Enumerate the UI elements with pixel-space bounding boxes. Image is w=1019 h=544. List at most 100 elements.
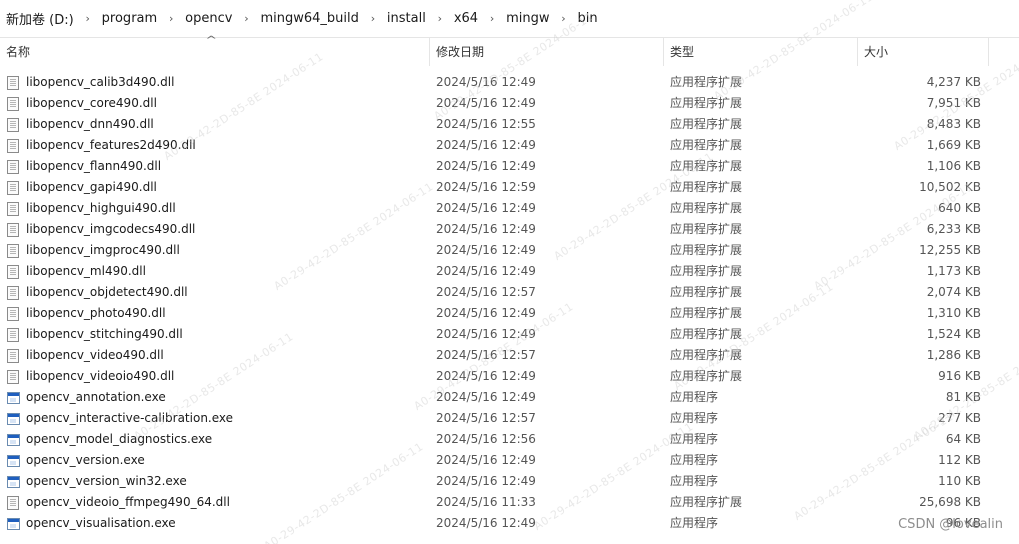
file-size: 1,669 KB: [926, 138, 981, 152]
file-row[interactable]: opencv_version_win32.exe 2024/5/16 12:49 应…: [0, 471, 1019, 492]
file-date: 2024/5/16 12:49: [436, 96, 536, 110]
file-date: 2024/5/16 12:49: [436, 516, 536, 530]
exe-file-icon: [7, 392, 20, 404]
file-type: 应用程序: [670, 453, 719, 467]
dll-file-icon: [7, 328, 19, 342]
column-name-header[interactable]: 名称: [0, 38, 30, 66]
file-date: 2024/5/16 12:49: [436, 201, 536, 215]
file-date: 2024/5/16 12:49: [436, 453, 536, 467]
file-date: 2024/5/16 12:49: [436, 306, 536, 320]
breadcrumb-item[interactable]: bin: [577, 11, 597, 26]
file-row[interactable]: libopencv_features2d490.dll 2024/5/16 12:…: [0, 135, 1019, 156]
file-row[interactable]: opencv_videoio_ffmpeg490_64.dll 2024/5/16…: [0, 492, 1019, 513]
file-row[interactable]: libopencv_photo490.dll 2024/5/16 12:49 应用程…: [0, 303, 1019, 324]
file-name: libopencv_features2d490.dll: [26, 138, 196, 152]
file-name: opencv_model_diagnostics.exe: [26, 432, 213, 446]
file-type: 应用程序扩展: [670, 348, 743, 362]
file-date: 2024/5/16 12:49: [436, 474, 536, 488]
dll-file-icon: [7, 244, 19, 258]
file-date: 2024/5/16 12:59: [436, 180, 536, 194]
chevron-right-icon[interactable]: ›: [549, 12, 577, 25]
file-date: 2024/5/16 12:49: [436, 75, 536, 89]
file-type: 应用程序: [670, 432, 719, 446]
file-row[interactable]: libopencv_core490.dll 2024/5/16 12:49 应用程序…: [0, 93, 1019, 114]
dll-file-icon: [7, 118, 19, 132]
file-date: 2024/5/16 12:57: [436, 411, 536, 425]
file-row[interactable]: libopencv_imgcodecs490.dll 2024/5/16 12:4…: [0, 219, 1019, 240]
chevron-right-icon[interactable]: ›: [478, 12, 506, 25]
file-date: 2024/5/16 12:49: [436, 138, 536, 152]
file-type: 应用程序: [670, 516, 719, 530]
dll-file-icon: [7, 223, 19, 237]
file-name: libopencv_photo490.dll: [26, 306, 166, 320]
column-resize-handle[interactable]: [988, 38, 989, 66]
file-date: 2024/5/16 12:57: [436, 348, 536, 362]
dll-file-icon: [7, 307, 19, 321]
chevron-right-icon[interactable]: ›: [232, 12, 260, 25]
file-row[interactable]: opencv_annotation.exe 2024/5/16 12:49 应用程序…: [0, 387, 1019, 408]
breadcrumb-item[interactable]: opencv: [185, 11, 232, 26]
file-type: 应用程序扩展: [670, 243, 743, 257]
file-name: opencv_interactive-calibration.exe: [26, 411, 234, 425]
breadcrumb: 新加卷 (D:) › program › opencv › mingw64_build › in…: [0, 0, 1019, 38]
file-row[interactable]: libopencv_gapi490.dll 2024/5/16 12:59 应用程序…: [0, 177, 1019, 198]
exe-file-icon: [7, 434, 20, 446]
file-size: 112 KB: [938, 453, 981, 467]
file-type: 应用程序: [670, 474, 719, 488]
chevron-right-icon[interactable]: ›: [426, 12, 454, 25]
file-row[interactable]: libopencv_highgui490.dll 2024/5/16 12:49 应…: [0, 198, 1019, 219]
file-size: 1,173 KB: [926, 264, 981, 278]
breadcrumb-item[interactable]: mingw64_build: [260, 11, 358, 26]
file-row[interactable]: libopencv_imgproc490.dll 2024/5/16 12:49 应…: [0, 240, 1019, 261]
file-date: 2024/5/16 11:33: [436, 495, 536, 509]
file-row[interactable]: opencv_version.exe 2024/5/16 12:49 应用程序 112…: [0, 450, 1019, 471]
dll-file-icon: [7, 349, 19, 363]
file-type: 应用程序扩展: [670, 222, 743, 236]
column-type-header[interactable]: 类型: [664, 38, 694, 66]
chevron-right-icon[interactable]: ›: [359, 12, 387, 25]
exe-file-icon: [7, 476, 20, 488]
file-type: 应用程序: [670, 411, 719, 425]
breadcrumb-item[interactable]: install: [387, 11, 426, 26]
file-type: 应用程序扩展: [670, 369, 743, 383]
file-row[interactable]: opencv_model_diagnostics.exe 2024/5/16 12…: [0, 429, 1019, 450]
file-name: libopencv_core490.dll: [26, 96, 157, 110]
file-date: 2024/5/16 12:49: [436, 264, 536, 278]
column-date-header[interactable]: 修改日期: [430, 38, 484, 66]
dll-file-icon: [7, 139, 19, 153]
file-row[interactable]: libopencv_flann490.dll 2024/5/16 12:49 应用程…: [0, 156, 1019, 177]
file-name: opencv_version_win32.exe: [26, 474, 187, 488]
file-name: libopencv_videoio490.dll: [26, 369, 175, 383]
file-row[interactable]: libopencv_stitching490.dll 2024/5/16 12:4…: [0, 324, 1019, 345]
chevron-right-icon[interactable]: ›: [74, 12, 102, 25]
breadcrumb-item[interactable]: mingw: [506, 11, 549, 26]
file-size: 1,286 KB: [926, 348, 981, 362]
file-type: 应用程序扩展: [670, 180, 743, 194]
file-name: libopencv_imgcodecs490.dll: [26, 222, 196, 236]
file-name: libopencv_video490.dll: [26, 348, 164, 362]
file-type: 应用程序扩展: [670, 117, 743, 131]
file-row[interactable]: libopencv_videoio490.dll 2024/5/16 12:49 应…: [0, 366, 1019, 387]
file-row[interactable]: libopencv_objdetect490.dll 2024/5/16 12:5…: [0, 282, 1019, 303]
file-date: 2024/5/16 12:56: [436, 432, 536, 446]
csdn-credit: CSDN @lovealin: [898, 517, 1003, 532]
file-size: 25,698 KB: [919, 495, 981, 509]
file-type: 应用程序: [670, 390, 719, 404]
file-row[interactable]: opencv_visualisation.exe 2024/5/16 12:49 应…: [0, 513, 1019, 534]
file-row[interactable]: libopencv_dnn490.dll 2024/5/16 12:55 应用程序扩…: [0, 114, 1019, 135]
file-row[interactable]: opencv_interactive-calibration.exe 2024/5…: [0, 408, 1019, 429]
file-name: opencv_videoio_ffmpeg490_64.dll: [26, 495, 230, 509]
file-size: 64 KB: [945, 432, 981, 446]
file-size: 2,074 KB: [926, 285, 981, 299]
file-size: 81 KB: [945, 390, 981, 404]
chevron-right-icon[interactable]: ›: [157, 12, 185, 25]
file-date: 2024/5/16 12:49: [436, 159, 536, 173]
breadcrumb-item[interactable]: 新加卷 (D:): [6, 9, 74, 28]
column-size-header[interactable]: 大小: [858, 38, 888, 66]
file-type: 应用程序扩展: [670, 138, 743, 152]
breadcrumb-item[interactable]: x64: [454, 11, 478, 26]
breadcrumb-item[interactable]: program: [102, 11, 158, 26]
file-row[interactable]: libopencv_video490.dll 2024/5/16 12:57 应用程…: [0, 345, 1019, 366]
file-row[interactable]: libopencv_calib3d490.dll 2024/5/16 12:49 应…: [0, 72, 1019, 93]
file-row[interactable]: libopencv_ml490.dll 2024/5/16 12:49 应用程序扩展…: [0, 261, 1019, 282]
